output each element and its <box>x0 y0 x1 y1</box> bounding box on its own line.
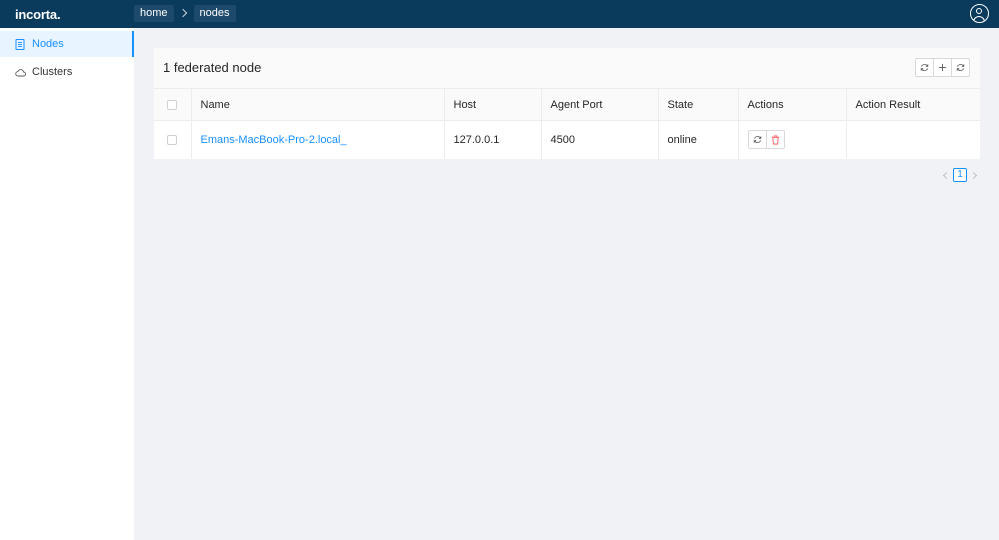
trash-icon <box>771 135 779 145</box>
panel-toolbar <box>915 58 970 77</box>
column-header-action-result: Action Result <box>846 88 980 121</box>
page-button[interactable]: 1 <box>953 168 967 182</box>
node-action-result <box>846 120 980 159</box>
chevron-right-icon <box>174 5 194 22</box>
pagination: 1 <box>939 168 981 182</box>
sidebar: Nodes Clusters <box>0 28 134 540</box>
sidebar-item-label: Clusters <box>32 66 73 78</box>
panel-title: 1 federated node <box>163 60 262 75</box>
nodes-panel: 1 federated node Name Host Agent Port St… <box>154 48 980 159</box>
chevron-right-icon[interactable] <box>968 169 981 182</box>
sync-button[interactable] <box>915 58 934 77</box>
chevron-left-icon[interactable] <box>939 169 952 182</box>
nodes-table: Name Host Agent Port State Actions Actio… <box>154 88 980 159</box>
column-header-host[interactable]: Host <box>444 88 542 121</box>
cloud-icon <box>14 66 26 78</box>
sidebar-item-label: Nodes <box>32 38 64 50</box>
row-select-cell <box>154 120 192 159</box>
user-avatar-icon[interactable] <box>970 4 989 23</box>
node-host: 127.0.0.1 <box>444 120 542 159</box>
panel-header: 1 federated node <box>154 48 980 88</box>
add-node-button[interactable] <box>933 58 952 77</box>
table-row: Emans-MacBook-Pro-2.local_ 127.0.0.1 450… <box>154 120 980 159</box>
table-header-row: Name Host Agent Port State Actions Actio… <box>154 88 980 121</box>
document-icon <box>14 38 26 50</box>
row-actions <box>747 130 846 150</box>
refresh-icon <box>956 64 965 71</box>
node-agent-port: 4500 <box>541 120 659 159</box>
column-header-state[interactable]: State <box>658 88 739 121</box>
sync-icon <box>753 136 761 144</box>
top-bar: incorta. home nodes <box>0 0 999 28</box>
column-header-agent-port[interactable]: Agent Port <box>541 88 659 121</box>
sync-node-button[interactable] <box>747 130 767 150</box>
node-name-link[interactable]: Emans-MacBook-Pro-2.local_ <box>201 134 347 146</box>
column-header-name[interactable]: Name <box>191 88 445 121</box>
delete-node-button[interactable] <box>765 130 785 150</box>
refresh-button[interactable] <box>951 58 970 77</box>
sidebar-item-nodes[interactable]: Nodes <box>0 31 134 57</box>
breadcrumb: home nodes <box>134 5 236 22</box>
incorta-logo[interactable]: incorta. <box>15 7 61 22</box>
plus-icon <box>938 63 947 72</box>
sync-icon <box>920 64 929 71</box>
select-all-checkbox[interactable] <box>167 99 177 110</box>
node-state: online <box>658 120 739 159</box>
select-all-cell <box>154 88 192 121</box>
node-name-cell: Emans-MacBook-Pro-2.local_ <box>191 120 445 159</box>
row-checkbox[interactable] <box>167 134 177 145</box>
column-header-actions: Actions <box>738 88 847 121</box>
breadcrumb-home[interactable]: home <box>134 5 174 22</box>
sidebar-item-clusters[interactable]: Clusters <box>0 59 134 85</box>
breadcrumb-nodes[interactable]: nodes <box>193 5 236 22</box>
node-actions <box>738 120 847 159</box>
